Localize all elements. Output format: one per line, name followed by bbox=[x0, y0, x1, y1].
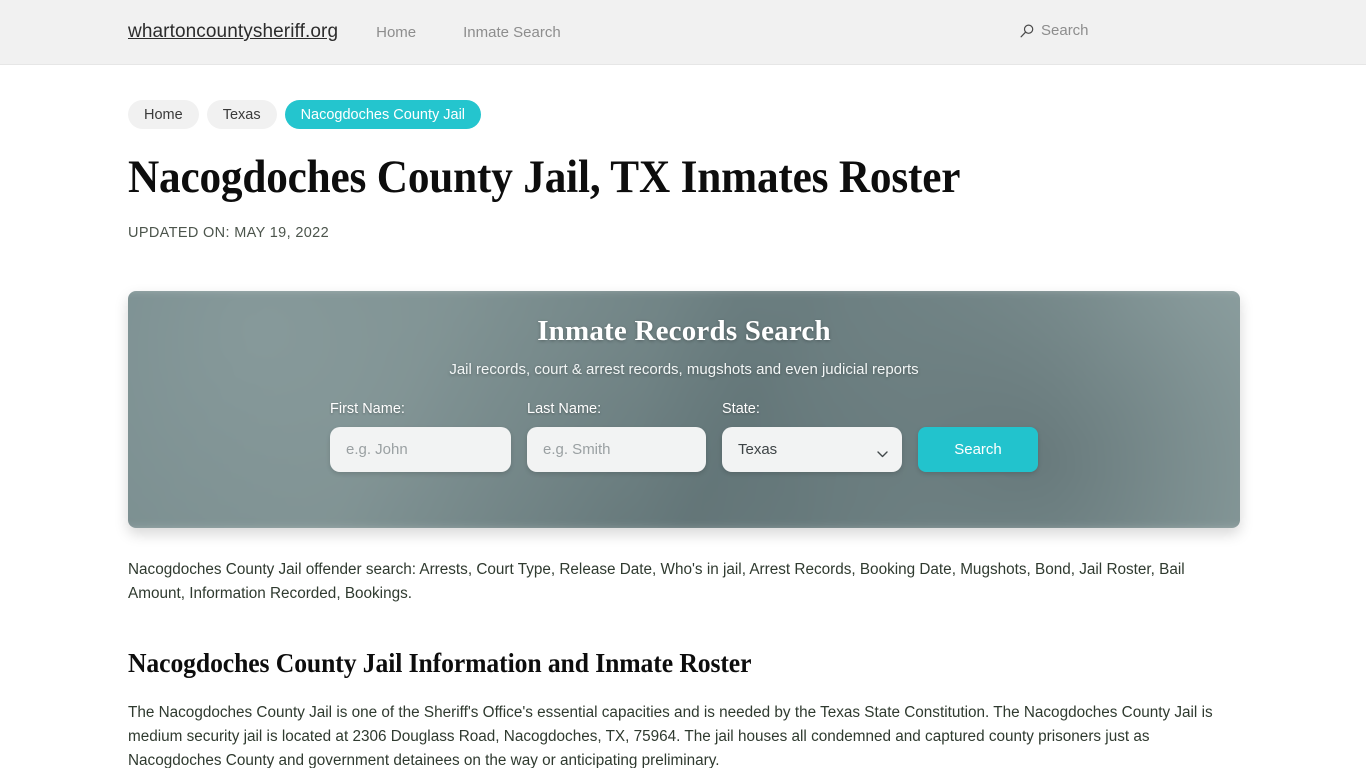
breadcrumb: Home Texas Nacogdoches County Jail bbox=[128, 100, 1240, 129]
inmate-records-search-widget: Inmate Records Search Jail records, cour… bbox=[128, 290, 1240, 528]
nav-item-inmate-search[interactable]: Inmate Search bbox=[463, 24, 561, 41]
page-content: Home Texas Nacogdoches County Jail Nacog… bbox=[0, 100, 1366, 768]
updated-date: UPDATED ON: MAY 19, 2022 bbox=[128, 224, 329, 241]
breadcrumb-item-current[interactable]: Nacogdoches County Jail bbox=[284, 100, 482, 129]
first-name-input[interactable] bbox=[330, 426, 511, 472]
site-header: whartoncountysheriff.org Home Inmate Sea… bbox=[0, 0, 1366, 65]
last-name-input[interactable] bbox=[527, 426, 706, 472]
header-search-label: Search bbox=[1041, 22, 1089, 39]
inmate-search-form: First Name: Last Name: State: Texas bbox=[330, 401, 1038, 472]
breadcrumb-item-texas[interactable]: Texas bbox=[206, 100, 277, 129]
site-brand[interactable]: whartoncountysheriff.org bbox=[128, 21, 338, 43]
last-name-field-group: Last Name: bbox=[527, 401, 706, 472]
section-title: Nacogdoches County Jail Information and … bbox=[128, 647, 752, 678]
widget-subtitle: Jail records, court & arrest records, mu… bbox=[449, 360, 919, 378]
last-name-label: Last Name: bbox=[527, 400, 602, 417]
header-search-trigger[interactable]: Search bbox=[1020, 22, 1089, 39]
page-title: Nacogdoches County Jail, TX Inmates Rost… bbox=[128, 151, 961, 203]
main-nav: Home Inmate Search bbox=[376, 24, 561, 41]
state-label: State: bbox=[722, 400, 760, 417]
jail-information-paragraph: The Nacogdoches County Jail is one of th… bbox=[128, 703, 1213, 768]
search-icon bbox=[1020, 23, 1034, 38]
offender-search-summary: Nacogdoches County Jail offender search:… bbox=[128, 560, 1185, 602]
nav-item-home[interactable]: Home bbox=[376, 24, 416, 41]
state-select[interactable]: Texas bbox=[722, 426, 902, 472]
widget-title: Inmate Records Search bbox=[537, 314, 831, 347]
search-submit-button[interactable]: Search bbox=[918, 426, 1038, 472]
state-field-group: State: Texas bbox=[722, 401, 902, 472]
first-name-field-group: First Name: bbox=[330, 401, 511, 472]
breadcrumb-item-home[interactable]: Home bbox=[128, 100, 199, 129]
first-name-label: First Name: bbox=[330, 400, 405, 417]
